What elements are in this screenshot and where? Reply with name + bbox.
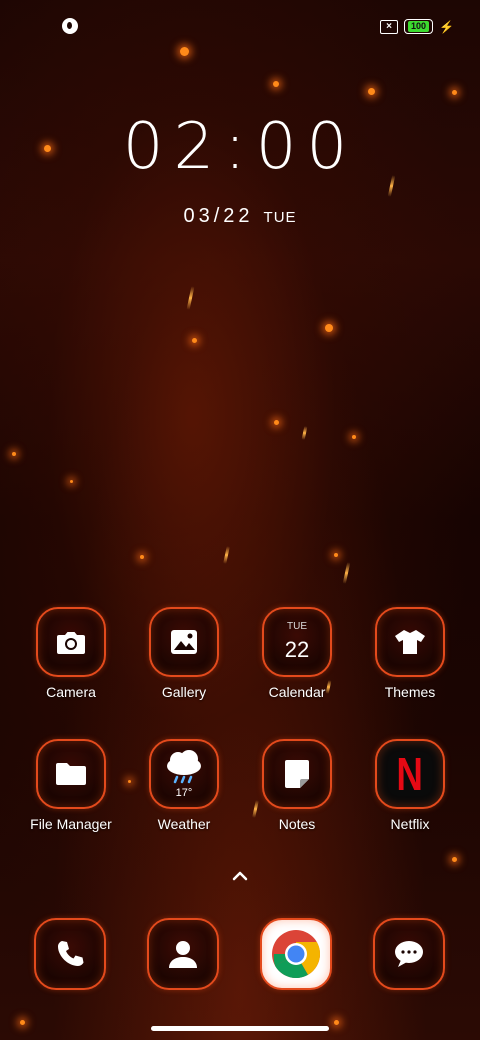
- dock-contacts[interactable]: [133, 918, 233, 990]
- app-label: Gallery: [161, 684, 207, 700]
- chevron-up-icon[interactable]: [230, 866, 250, 886]
- clock-date[interactable]: 03/22 TUE: [0, 205, 480, 228]
- app-notes[interactable]: Notes: [247, 739, 347, 832]
- dock-messages[interactable]: [359, 918, 459, 990]
- netflix-logo: N: [396, 748, 424, 800]
- date-numeric: 03/22: [183, 205, 254, 227]
- weather-icon: 17°: [149, 739, 219, 809]
- calendar-weekday: TUE: [287, 621, 307, 632]
- calendar-day: 22: [284, 637, 310, 662]
- app-label: Calendar: [268, 684, 326, 700]
- tshirt-icon: [375, 607, 445, 677]
- folder-icon: [36, 739, 106, 809]
- weather-temp: 17°: [175, 787, 193, 799]
- chrome-icon: [260, 918, 332, 990]
- app-label: Camera: [46, 684, 96, 700]
- date-weekday: TUE: [263, 209, 297, 226]
- app-label: Notes: [278, 816, 316, 832]
- battery-level: 100: [408, 21, 430, 32]
- charging-bolt-icon: ⚡: [439, 19, 454, 34]
- app-weather[interactable]: 17° Weather: [134, 739, 234, 832]
- app-label: Themes: [384, 684, 436, 700]
- app-label: File Manager: [30, 816, 112, 832]
- messages-icon: [373, 918, 445, 990]
- status-icons: × 100 ⚡: [380, 19, 454, 34]
- app-gallery[interactable]: Gallery: [134, 607, 234, 700]
- app-netflix[interactable]: N Netflix: [360, 739, 460, 832]
- home-indicator[interactable]: [151, 1026, 329, 1031]
- app-themes[interactable]: Themes: [360, 607, 460, 700]
- no-sim-icon: ×: [380, 19, 399, 34]
- app-label: Weather: [157, 816, 211, 832]
- phone-icon: [34, 918, 106, 990]
- notification-icon: [62, 18, 78, 34]
- app-file-manager[interactable]: File Manager: [21, 739, 121, 832]
- app-calendar[interactable]: TUE 22 Calendar: [247, 607, 347, 700]
- camera-icon: [36, 607, 106, 677]
- contacts-icon: [147, 918, 219, 990]
- clock-time[interactable]: 02:00: [0, 110, 480, 184]
- dock-phone[interactable]: [20, 918, 120, 990]
- netflix-icon: N: [375, 739, 445, 809]
- app-camera[interactable]: Camera: [21, 607, 121, 700]
- note-icon: [262, 739, 332, 809]
- gallery-icon: [149, 607, 219, 677]
- dock-chrome[interactable]: [246, 918, 346, 990]
- app-label: Netflix: [390, 816, 430, 832]
- battery-icon: 100: [404, 19, 434, 34]
- calendar-icon: TUE 22: [262, 607, 332, 677]
